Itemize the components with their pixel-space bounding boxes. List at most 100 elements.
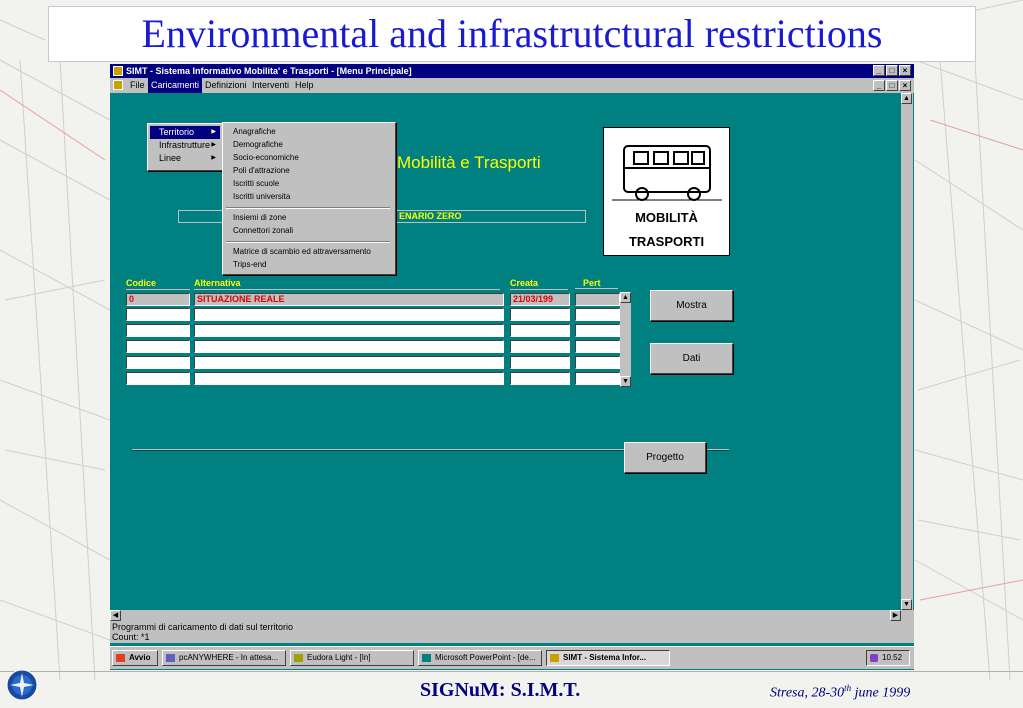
mdi-minimize-button[interactable]: _	[873, 80, 885, 91]
window-titlebar[interactable]: SIMT - Sistema Informativo Mobilita' e T…	[110, 64, 914, 78]
task-label: Microsoft PowerPoint - [de...	[435, 653, 536, 662]
slide-title: Environmental and infrastrutctural restr…	[48, 6, 976, 62]
eudora-icon	[294, 654, 303, 662]
pcanywhere-icon	[166, 654, 175, 662]
submenu-item-poli-attrazione[interactable]: Poli d'attrazione	[233, 164, 290, 177]
table-cell-codice[interactable]	[126, 308, 190, 321]
close-button[interactable]: ×	[899, 65, 911, 76]
table-cell-pert[interactable]	[575, 372, 620, 385]
mdi-restore-button[interactable]: □	[886, 80, 898, 91]
scroll-down-icon[interactable]: ▼	[620, 376, 631, 387]
footer-title: SIGNuM: S.I.M.T.	[420, 679, 581, 701]
submenu-item-iscritti-scuole[interactable]: Iscritti scuole	[233, 177, 279, 190]
table-cell-pert[interactable]	[575, 308, 620, 321]
simt-icon	[550, 654, 559, 662]
start-label: Avvio	[129, 653, 151, 662]
submenu-item-trips-end[interactable]: Trips-end	[233, 258, 267, 271]
system-tray: 10.52	[866, 650, 910, 666]
menu-item-label: Linee	[159, 153, 182, 163]
taskbar: Avvio pcANYWHERE - In attesa... Eudora L…	[110, 646, 914, 669]
submenu-item-connettori-zonali[interactable]: Connettori zonali	[233, 224, 293, 237]
table-cell-alternativa[interactable]	[194, 308, 504, 321]
powerpoint-icon	[422, 654, 431, 662]
table-cell-alternativa[interactable]	[194, 340, 504, 353]
scroll-up-icon[interactable]: ▲	[901, 93, 912, 104]
table-cell-codice[interactable]	[126, 356, 190, 369]
clock: 10.52	[882, 653, 903, 662]
window-title: SIMT - Sistema Informativo Mobilita' e T…	[126, 66, 412, 76]
table-cell-pert[interactable]	[575, 340, 620, 353]
submenu-item-iscritti-universita[interactable]: Iscritti universita	[233, 190, 290, 203]
table-cell-creata[interactable]	[510, 356, 570, 369]
menu-item-linee[interactable]: Linee ▶	[150, 152, 220, 165]
task-label: pcANYWHERE - In attesa...	[179, 653, 279, 662]
logo-line-1: MOBILITÀ	[635, 210, 698, 225]
dati-button[interactable]: Dati	[650, 343, 733, 374]
document-icon[interactable]	[113, 80, 123, 90]
table-cell-codice[interactable]	[126, 372, 190, 385]
table-cell-creata[interactable]	[510, 340, 570, 353]
menu-separator	[226, 241, 390, 243]
footer-date-prefix: Stresa, 28-30	[770, 685, 845, 701]
simt-logo: MOBILITÀ TRASPORTI	[603, 127, 730, 256]
mdi-close-button[interactable]: ×	[899, 80, 911, 91]
scroll-up-icon[interactable]: ▲	[620, 292, 631, 303]
scroll-right-icon[interactable]: ▶	[890, 610, 901, 621]
header-codice: Codice	[126, 277, 190, 290]
menu-item-territorio[interactable]: Territorio ▶	[150, 126, 220, 139]
scroll-down-icon[interactable]: ▼	[901, 599, 912, 610]
menu-interventi[interactable]: Interventi	[249, 78, 292, 93]
submenu-item-insiemi-zone[interactable]: Insiemi di zone	[233, 211, 286, 224]
submenu-arrow-icon: ▶	[211, 129, 216, 135]
table-cell-codice[interactable]	[126, 340, 190, 353]
header-alternativa: Alternativa	[194, 277, 500, 290]
table-cell-creata[interactable]	[510, 372, 570, 385]
menu-definizioni[interactable]: Definizioni	[202, 78, 250, 93]
task-pcanywhere[interactable]: pcANYWHERE - In attesa...	[162, 650, 286, 666]
table-cell-pert[interactable]	[575, 356, 620, 369]
menu-help[interactable]: Help	[292, 78, 317, 93]
submenu-item-socio-economiche[interactable]: Socio-economiche	[233, 151, 299, 164]
table-cell-codice[interactable]	[126, 324, 190, 337]
app-title: Mobilità e Trasporti	[397, 153, 541, 172]
submenu-arrow-icon: ▶	[211, 155, 216, 161]
status-message: Programmi di caricamento di dati sul ter…	[112, 622, 294, 632]
task-simt[interactable]: SIMT - Sistema Infor...	[546, 650, 670, 666]
simt-window: SIMT - Sistema Informativo Mobilita' e T…	[110, 64, 914, 670]
table-cell-codice[interactable]: 0	[126, 293, 190, 306]
footer-rule	[0, 671, 1023, 672]
submenu-item-matrice[interactable]: Matrice di scambio ed attraversamento	[233, 245, 371, 258]
menu-item-infrastrutture[interactable]: Infrastrutture ▶	[150, 139, 220, 152]
table-cell-alternativa[interactable]: SITUAZIONE REALE	[194, 293, 504, 306]
minimize-button[interactable]: _	[873, 65, 885, 76]
header-creata: Creata	[510, 277, 568, 290]
table-scrollbar[interactable]: ▲ ▼	[620, 292, 631, 387]
status-bar: Programmi di caricamento di dati sul ter…	[110, 621, 914, 643]
vertical-scrollbar[interactable]: ▲ ▼	[901, 93, 913, 610]
table-cell-alternativa[interactable]	[194, 356, 504, 369]
table-cell-alternativa[interactable]	[194, 324, 504, 337]
menu-file[interactable]: File	[127, 78, 148, 93]
table-cell-alternativa[interactable]	[194, 372, 504, 385]
horizontal-scrollbar[interactable]: ◀ ▶	[110, 610, 914, 621]
table-cell-pert[interactable]	[575, 324, 620, 337]
task-powerpoint[interactable]: Microsoft PowerPoint - [de...	[418, 650, 542, 666]
shield-icon[interactable]	[870, 654, 878, 662]
table-cell-creata[interactable]	[510, 324, 570, 337]
start-button[interactable]: Avvio	[112, 650, 158, 666]
mostra-button[interactable]: Mostra	[650, 290, 733, 321]
menu-bar: File Caricamenti Definizioni Interventi …	[110, 78, 914, 93]
submenu-item-demografiche[interactable]: Demografiche	[233, 138, 283, 151]
scroll-left-icon[interactable]: ◀	[110, 610, 121, 621]
table-cell-creata[interactable]: 21/03/199	[510, 293, 570, 306]
footer-date-suffix: june 1999	[851, 685, 911, 701]
menu-item-label: Territorio	[159, 127, 195, 137]
table-cell-pert[interactable]	[575, 293, 620, 306]
task-eudora[interactable]: Eudora Light - [In]	[290, 650, 414, 666]
table-cell-creata[interactable]	[510, 308, 570, 321]
menu-separator	[226, 207, 390, 209]
menu-caricamenti[interactable]: Caricamenti	[148, 78, 203, 93]
submenu-item-anagrafiche[interactable]: Anagrafiche	[233, 125, 276, 138]
maximize-button[interactable]: □	[886, 65, 898, 76]
progetto-button[interactable]: Progetto	[624, 442, 706, 473]
